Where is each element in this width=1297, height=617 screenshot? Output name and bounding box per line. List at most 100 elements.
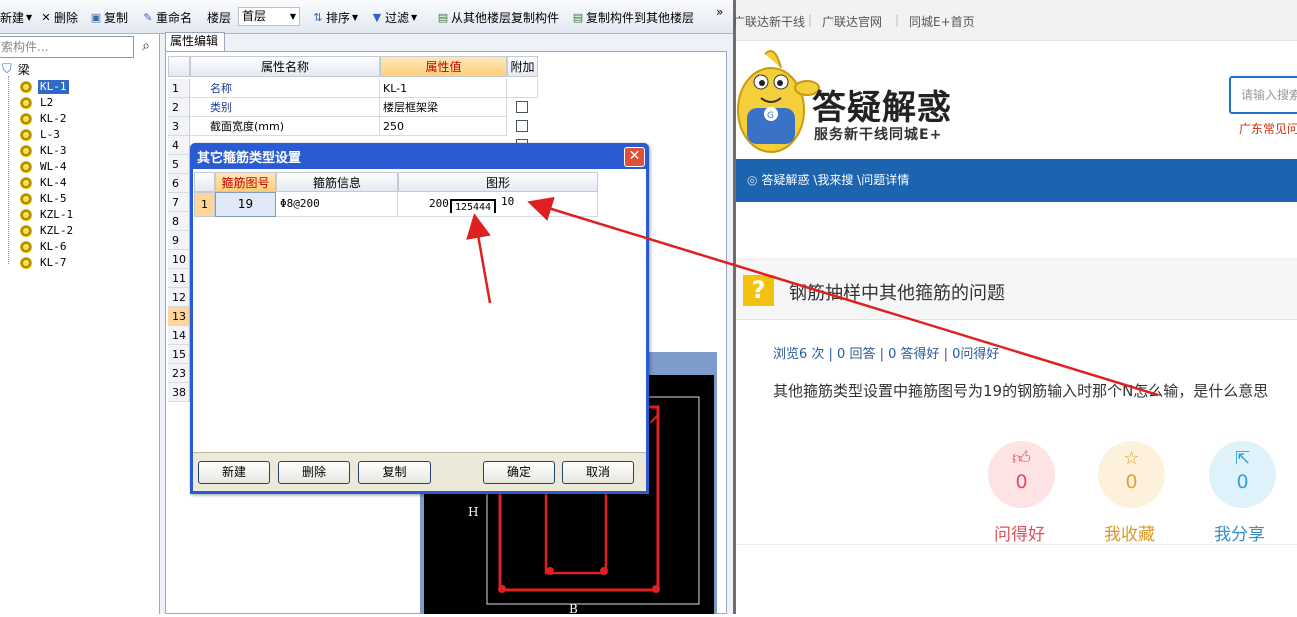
favorite-label[interactable]: 我收藏	[1104, 520, 1155, 545]
sort-icon: ⇅	[313, 10, 323, 24]
tree-item-label: KL-5	[40, 192, 67, 205]
component-icon	[20, 97, 32, 109]
star-icon: ☆	[1123, 448, 1140, 469]
dialog-grid-corner	[194, 172, 215, 192]
prop-value-cell[interactable]: 250	[380, 117, 507, 136]
delete-label: 删除	[54, 11, 79, 25]
cancel-button[interactable]: 取消	[562, 461, 634, 484]
top-link-city-home[interactable]: 同城E+首页	[909, 13, 975, 30]
tree-item-label: KL-4	[40, 176, 67, 189]
copy-to-floor-button[interactable]: ▤ 复制构件到其他楼层	[572, 9, 694, 26]
tree-item-label: L-3	[40, 128, 60, 141]
top-link-glodon-newline[interactable]: 广联达新干线	[733, 13, 805, 30]
question-body: 其他箍筋类型设置中箍筋图号为19的钢筋输入时那个N怎么输，是什么意思	[773, 382, 1269, 400]
tree-item[interactable]: KL-7	[20, 256, 69, 270]
tree-item[interactable]: KL-4	[20, 176, 69, 190]
row-number: 5	[168, 155, 190, 174]
prop-value-cell[interactable]: KL-1	[380, 79, 507, 98]
component-icon	[20, 177, 32, 189]
tree-item[interactable]: KZL-2	[20, 224, 75, 238]
col-header-name: 属性名称	[190, 56, 380, 77]
ask-good-button[interactable]: 👍︎ 0	[988, 441, 1055, 508]
rename-icon: ✎	[143, 10, 153, 24]
new-button[interactable]: 新建 ▼	[0, 9, 32, 26]
top-link-glodon-official[interactable]: 广联达官网	[822, 13, 882, 30]
tree-item[interactable]: KL-6	[20, 240, 69, 254]
component-icon	[20, 145, 32, 157]
share-button[interactable]: ⇱ 0	[1209, 441, 1276, 508]
beam-folder-icon: ⛉	[2, 62, 12, 77]
col-extra-text: 附加	[510, 60, 535, 74]
section-height-label: H	[468, 505, 479, 519]
delete-button[interactable]: ✕ 删除	[40, 9, 78, 26]
row-number: 38	[168, 383, 190, 402]
tree-item[interactable]: KL-1	[20, 80, 69, 94]
tree-item[interactable]: KL-3	[20, 144, 69, 158]
copy-button[interactable]: ▣ 复制	[90, 9, 128, 26]
close-icon[interactable]: ✕	[624, 147, 645, 167]
floor-select[interactable]: 首层 ▼	[238, 7, 300, 26]
shape-box-value: 125444	[450, 199, 496, 213]
col-header-info: 箍筋信息	[276, 172, 398, 192]
ask-good-label[interactable]: 问得好	[994, 520, 1045, 545]
row-number: 1	[168, 79, 190, 98]
rename-button[interactable]: ✎ 重命名	[142, 9, 192, 26]
tree-root-beam[interactable]: ⛉ 梁	[2, 62, 30, 78]
figure-no-input[interactable]: 19	[215, 192, 276, 217]
tree-item[interactable]: KL-5	[20, 192, 69, 206]
breadcrumb-text: 答疑解惑 \我来搜 \问题详情	[761, 173, 910, 187]
row-number: 8	[168, 212, 190, 231]
delete-button[interactable]: 删除	[278, 461, 350, 484]
hot-topics-link[interactable]: 广东常见问	[1239, 120, 1297, 137]
favorite-button[interactable]: ☆ 0	[1098, 441, 1165, 508]
shape-cell[interactable]	[398, 192, 598, 217]
delete-icon: ✕	[41, 10, 51, 24]
tree-item[interactable]: L-3	[20, 128, 62, 142]
prop-value-cell[interactable]: 楼层框架梁	[380, 98, 507, 117]
component-icon	[20, 241, 32, 253]
floor-label: 楼层	[207, 9, 231, 26]
share-label[interactable]: 我分享	[1214, 520, 1265, 545]
component-icon	[20, 113, 32, 125]
tree-item[interactable]: WL-4	[20, 160, 69, 174]
stirrup-info-cell[interactable]: Φ8@200	[276, 192, 398, 217]
tree-search-input[interactable]: 索构件...	[0, 36, 134, 58]
search-icon[interactable]: ⌕	[136, 38, 156, 58]
site-brand-subtitle: 服务新干线同城E+	[814, 127, 943, 143]
col-shape-text: 图形	[485, 176, 510, 190]
rename-label: 重命名	[156, 11, 193, 25]
new-button[interactable]: 新建	[198, 461, 270, 484]
chevron-down-icon: ▼	[26, 13, 33, 22]
copy-label: 复制	[104, 11, 129, 25]
prop-name-cell: 名称	[190, 79, 380, 98]
col-header-value: 属性值	[380, 56, 507, 77]
filter-button[interactable]: ▼ 过滤 ▼	[371, 9, 417, 26]
copy-from-floor-button[interactable]: ▤ 从其他楼层复制构件	[437, 9, 559, 26]
shape-left-value: 200	[429, 197, 449, 210]
component-icon	[20, 193, 32, 205]
extra-checkbox[interactable]	[516, 120, 528, 132]
copy-button[interactable]: 复制	[358, 461, 431, 484]
tree-item-label: KL-7	[40, 256, 67, 269]
tree-item[interactable]: L2	[20, 96, 55, 110]
component-icon	[20, 225, 32, 237]
sort-label: 排序	[326, 11, 351, 25]
component-icon	[20, 129, 32, 141]
shape-right-value: 10	[501, 195, 515, 208]
more-button[interactable]: »	[716, 5, 723, 19]
extra-checkbox[interactable]	[516, 101, 528, 113]
chevron-down-icon: ▼	[411, 13, 418, 22]
sort-button[interactable]: ⇅ 排序 ▼	[312, 9, 358, 26]
prop-extra-cell	[507, 79, 538, 98]
component-icon	[20, 209, 32, 221]
tab-property-edit[interactable]: 属性编辑	[165, 32, 225, 51]
ok-button[interactable]: 确定	[483, 461, 555, 484]
tree-item[interactable]: KZL-1	[20, 208, 75, 222]
row-number: 9	[168, 231, 190, 250]
row-number: 11	[168, 269, 190, 288]
tree-item-label: KL-2	[40, 112, 67, 125]
col-figure-no-text: 箍筋图号	[221, 176, 270, 190]
site-search-input[interactable]: 请输入搜索	[1229, 76, 1297, 114]
tree-item[interactable]: KL-2	[20, 112, 69, 126]
breadcrumb[interactable]: ◎ 答疑解惑 \我来搜 \问题详情	[747, 171, 909, 188]
